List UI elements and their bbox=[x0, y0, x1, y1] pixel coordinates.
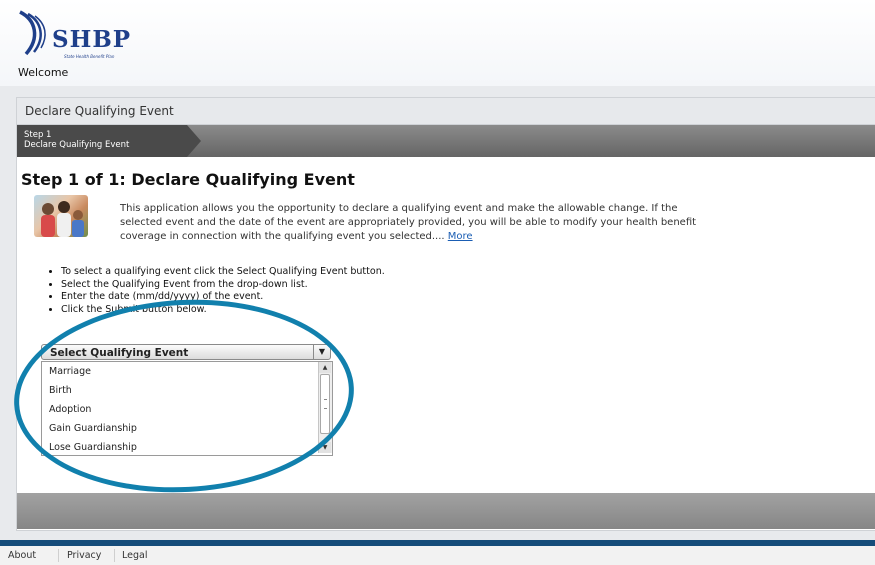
logo-swoosh-icon bbox=[19, 10, 46, 56]
logo-text: SHBP bbox=[52, 26, 132, 53]
event-option-adoption[interactable]: Adoption bbox=[42, 400, 332, 419]
footer-separator bbox=[58, 549, 59, 562]
event-option-birth[interactable]: Birth bbox=[42, 381, 332, 400]
panel-footer-bar bbox=[17, 493, 875, 529]
event-option-marriage[interactable]: Marriage bbox=[42, 362, 332, 381]
step-number: Step 1 bbox=[24, 130, 52, 140]
logo-subtitle: State Health Benefit Plan bbox=[64, 54, 115, 59]
grip-icon bbox=[324, 399, 327, 409]
footer-link-about[interactable]: About bbox=[8, 550, 36, 561]
step-progress-bar: Step 1 Declare Qualifying Event bbox=[17, 125, 875, 157]
site-header: SHBP State Health Benefit Plan Welcome bbox=[0, 0, 875, 86]
scroll-down-icon[interactable]: ▼ bbox=[319, 442, 331, 453]
intro-text: This application allows you the opportun… bbox=[120, 203, 697, 242]
list-scrollbar[interactable]: ▲ ▼ bbox=[318, 362, 332, 453]
instruction-item: Click the Submit button below. bbox=[61, 304, 385, 317]
instruction-item: To select a qualifying event click the S… bbox=[61, 266, 385, 279]
scrollbar-thumb[interactable] bbox=[320, 374, 330, 434]
site-footer: About Privacy Legal bbox=[0, 546, 875, 565]
more-link[interactable]: More bbox=[448, 231, 473, 242]
instruction-list: To select a qualifying event click the S… bbox=[43, 266, 385, 316]
panel-title: Declare Qualifying Event bbox=[17, 98, 875, 125]
declare-event-panel: Declare Qualifying Event Step 1 Declare … bbox=[16, 97, 875, 531]
dropdown-label: Select Qualifying Event bbox=[50, 347, 189, 359]
page-title: Step 1 of 1: Declare Qualifying Event bbox=[21, 170, 355, 189]
step-tab-arrow bbox=[187, 125, 201, 157]
footer-link-legal[interactable]: Legal bbox=[122, 550, 147, 561]
scroll-up-icon[interactable]: ▲ bbox=[319, 362, 331, 373]
footer-link-privacy[interactable]: Privacy bbox=[67, 550, 101, 561]
welcome-text: Welcome bbox=[18, 66, 69, 79]
intro-paragraph: This application allows you the opportun… bbox=[120, 202, 700, 244]
step-1-tab[interactable]: Step 1 Declare Qualifying Event bbox=[17, 125, 187, 157]
select-qualifying-event-dropdown[interactable]: Select Qualifying Event ▼ bbox=[41, 344, 331, 360]
shbp-logo[interactable]: SHBP State Health Benefit Plan bbox=[12, 8, 130, 59]
footer-separator bbox=[114, 549, 115, 562]
step-name: Declare Qualifying Event bbox=[24, 140, 130, 150]
event-option-lose-guardianship[interactable]: Lose Guardianship bbox=[42, 438, 332, 455]
chevron-down-icon[interactable]: ▼ bbox=[313, 345, 330, 359]
family-photo bbox=[34, 195, 88, 237]
instruction-item: Select the Qualifying Event from the dro… bbox=[61, 279, 385, 292]
instruction-item: Enter the date (mm/dd/yyyy) of the event… bbox=[61, 291, 385, 304]
event-option-gain-guardianship[interactable]: Gain Guardianship bbox=[42, 419, 332, 438]
qualifying-event-list[interactable]: Marriage Birth Adoption Gain Guardianshi… bbox=[41, 361, 333, 456]
